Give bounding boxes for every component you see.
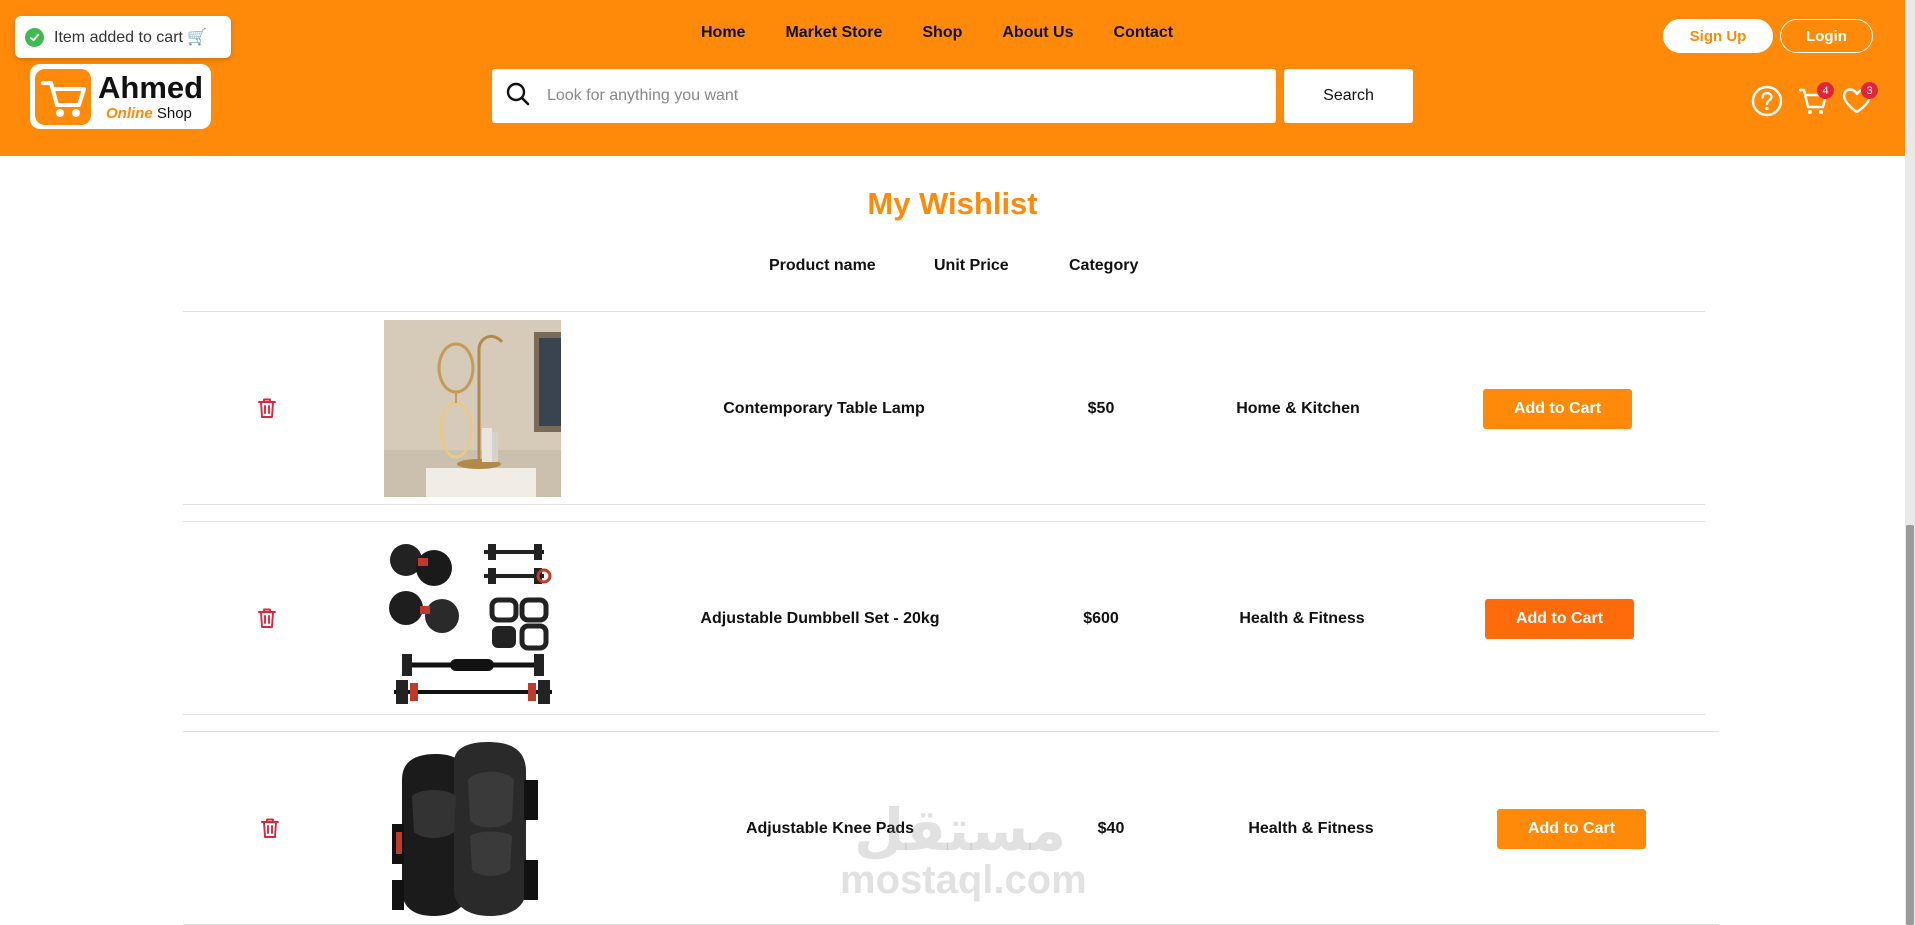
wishlist-row: Contemporary Table Lamp $50 Home & Kitch… [183,311,1705,505]
product-image-knee-pads[interactable] [384,740,561,917]
add-to-cart-button[interactable]: Add to Cart [1485,599,1634,639]
wishlist-heart-icon[interactable]: 3 [1840,82,1878,118]
product-name: Adjustable Dumbbell Set - 20kg [700,610,940,627]
product-name: Contemporary Table Lamp [723,400,925,417]
search-input[interactable] [547,87,1247,105]
nav-home[interactable]: Home [701,24,745,42]
add-to-cart-button[interactable]: Add to Cart [1483,389,1632,429]
nav-market-store[interactable]: Market Store [785,24,882,42]
page: Item added to cart 🛒 Ahmed Online Shop H… [0,0,1915,925]
product-category: Health & Fitness [1248,820,1374,837]
wishlist-count-badge: 3 [1861,82,1878,99]
sign-up-button[interactable]: Sign Up [1663,19,1773,53]
toast-message: Item added to cart 🛒 [54,29,208,46]
column-header-product-name: Product name [769,257,876,274]
product-price: $50 [1087,400,1115,417]
search-box [492,69,1276,123]
scrollbar-thumb[interactable] [1906,525,1914,925]
watermark: مستقل mostaql.com [840,796,1087,902]
delete-icon[interactable] [256,606,278,630]
product-image-dumbbell-set[interactable] [384,530,561,707]
login-button[interactable]: Login [1780,19,1873,53]
delete-icon[interactable] [256,396,278,420]
cart-count-badge: 4 [1817,82,1834,99]
logo-sub-online: Online [106,105,153,122]
logo[interactable]: Ahmed Online Shop [30,64,211,129]
page-title: My Wishlist [867,186,1038,221]
nav-contact[interactable]: Contact [1113,24,1173,42]
nav-shop[interactable]: Shop [922,24,962,42]
logo-name: Ahmed [98,70,204,105]
cart-icon[interactable]: 4 [1796,82,1834,118]
delete-icon[interactable] [259,816,281,840]
product-category: Home & Kitchen [1236,400,1360,417]
product-image-table-lamp[interactable] [384,320,561,497]
search-button[interactable]: Search [1284,69,1413,123]
add-to-cart-button[interactable]: Add to Cart [1497,809,1646,849]
main-nav: Home Market Store Shop About Us Contact [701,24,1173,42]
search-icon [505,81,531,112]
wishlist-row: Adjustable Dumbbell Set - 20kg $600 Heal… [183,521,1705,715]
shopping-cart-logo-icon [30,64,96,129]
watermark-latin: mostaql.com [840,858,1087,902]
column-header-unit-price: Unit Price [934,257,1009,274]
logo-sub-shop: Shop [156,105,192,122]
product-category: Health & Fitness [1239,610,1365,627]
product-price: $40 [1097,820,1125,837]
watermark-arabic: مستقل [853,796,1067,864]
column-header-category: Category [1069,257,1139,274]
help-icon[interactable] [1750,84,1784,118]
check-icon [25,27,44,47]
nav-about-us[interactable]: About Us [1002,24,1073,42]
product-price: $600 [1083,610,1119,627]
toast-notification: Item added to cart 🛒 [15,16,231,58]
